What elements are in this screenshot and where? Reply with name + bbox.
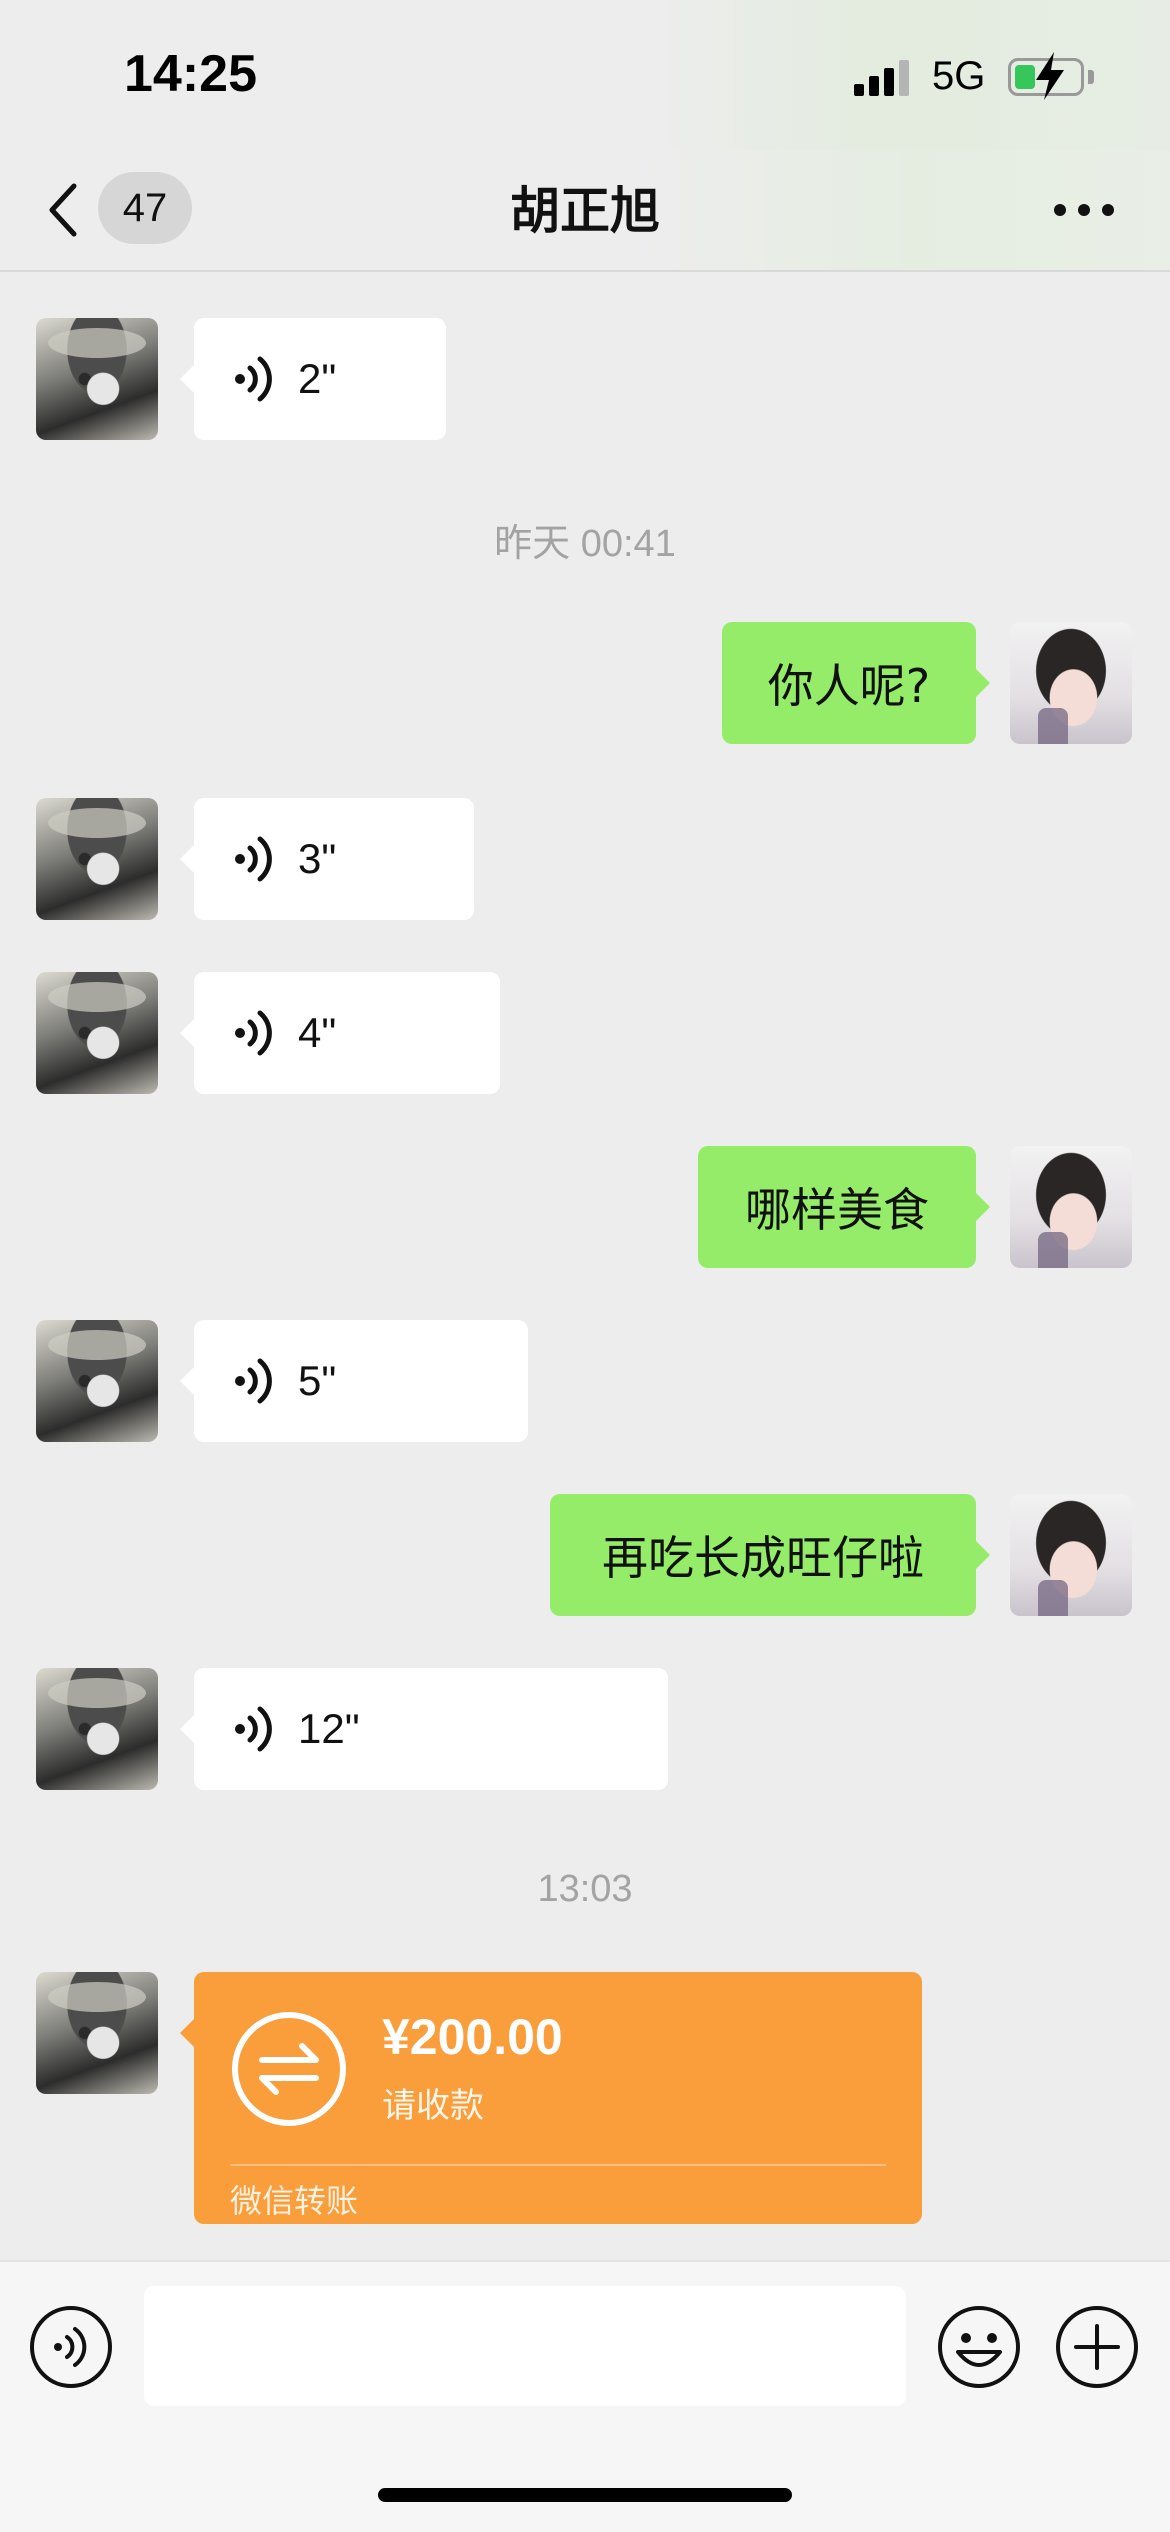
voice-duration: 4" — [298, 1009, 337, 1056]
voice-wave-icon — [235, 836, 272, 882]
voice-wave-icon — [235, 1706, 272, 1752]
voice-duration: 5" — [298, 1357, 337, 1404]
friend-avatar[interactable] — [36, 1972, 158, 2094]
voice-wave-icon — [235, 1358, 272, 1404]
transfer-arrows-icon — [232, 2012, 346, 2126]
timestamp: 昨天 00:41 — [494, 523, 676, 565]
voice-message[interactable]: 12" — [180, 1668, 668, 1790]
message-input[interactable] — [144, 2286, 906, 2406]
status-bar: 14:25 5G — [0, 0, 1170, 150]
text-message[interactable]: 哪样美食 — [698, 1146, 990, 1268]
friend-avatar[interactable] — [36, 318, 158, 440]
timestamp: 13:03 — [537, 1868, 633, 1910]
transfer-card[interactable]: ¥200.00 请收款 微信转账 — [180, 1972, 922, 2224]
voice-duration: 2" — [298, 355, 337, 402]
input-bar — [0, 2260, 1170, 2532]
voice-message[interactable]: 2" — [180, 318, 446, 440]
friend-avatar[interactable] — [36, 972, 158, 1094]
chat-messages: 2" 昨天 00:41 你人呢? 3" 4" 哪样美食 5" 再吃长成旺仔啦 1… — [0, 272, 1170, 2260]
voice-message[interactable]: 3" — [180, 798, 474, 920]
self-avatar[interactable] — [1010, 622, 1132, 744]
message-text: 再吃长成旺仔啦 — [602, 1531, 924, 1585]
transfer-amount: ¥200.00 — [382, 2009, 563, 2065]
voice-toggle-icon[interactable] — [28, 2304, 114, 2390]
transfer-source-label: 微信转账 — [230, 2182, 359, 2220]
message-text: 你人呢? — [767, 659, 931, 713]
voice-message[interactable]: 5" — [180, 1320, 528, 1442]
friend-avatar[interactable] — [36, 798, 158, 920]
home-indicator[interactable] — [378, 2488, 792, 2502]
battery-cap — [1088, 70, 1094, 84]
voice-wave-icon — [235, 1010, 272, 1056]
ellipsis-icon[interactable] — [1054, 200, 1114, 220]
charging-bolt-icon — [1036, 52, 1064, 100]
transfer-divider — [230, 2164, 886, 2166]
status-time: 14:25 — [124, 45, 257, 103]
friend-avatar[interactable] — [36, 1320, 158, 1442]
self-avatar[interactable] — [1010, 1494, 1132, 1616]
voice-duration: 3" — [298, 835, 337, 882]
friend-avatar[interactable] — [36, 1668, 158, 1790]
transfer-status: 请收款 — [382, 2086, 484, 2126]
voice-wave-icon — [235, 356, 272, 402]
signal-bars-icon — [854, 58, 910, 96]
unread-count-badge[interactable]: 47 — [98, 172, 192, 244]
plus-icon[interactable] — [1054, 2304, 1140, 2390]
text-message[interactable]: 你人呢? — [722, 622, 990, 744]
self-avatar[interactable] — [1010, 1146, 1132, 1268]
chevron-left-icon[interactable] — [44, 180, 84, 240]
network-type: 5G — [932, 54, 986, 98]
message-text: 哪样美食 — [745, 1183, 929, 1237]
chat-title: 胡正旭 — [510, 182, 660, 240]
text-message[interactable]: 再吃长成旺仔啦 — [550, 1494, 990, 1616]
voice-duration: 12" — [298, 1705, 360, 1752]
voice-message[interactable]: 4" — [180, 972, 500, 1094]
emoji-icon[interactable] — [936, 2304, 1022, 2390]
chat-header: 47 胡正旭 — [0, 150, 1170, 272]
